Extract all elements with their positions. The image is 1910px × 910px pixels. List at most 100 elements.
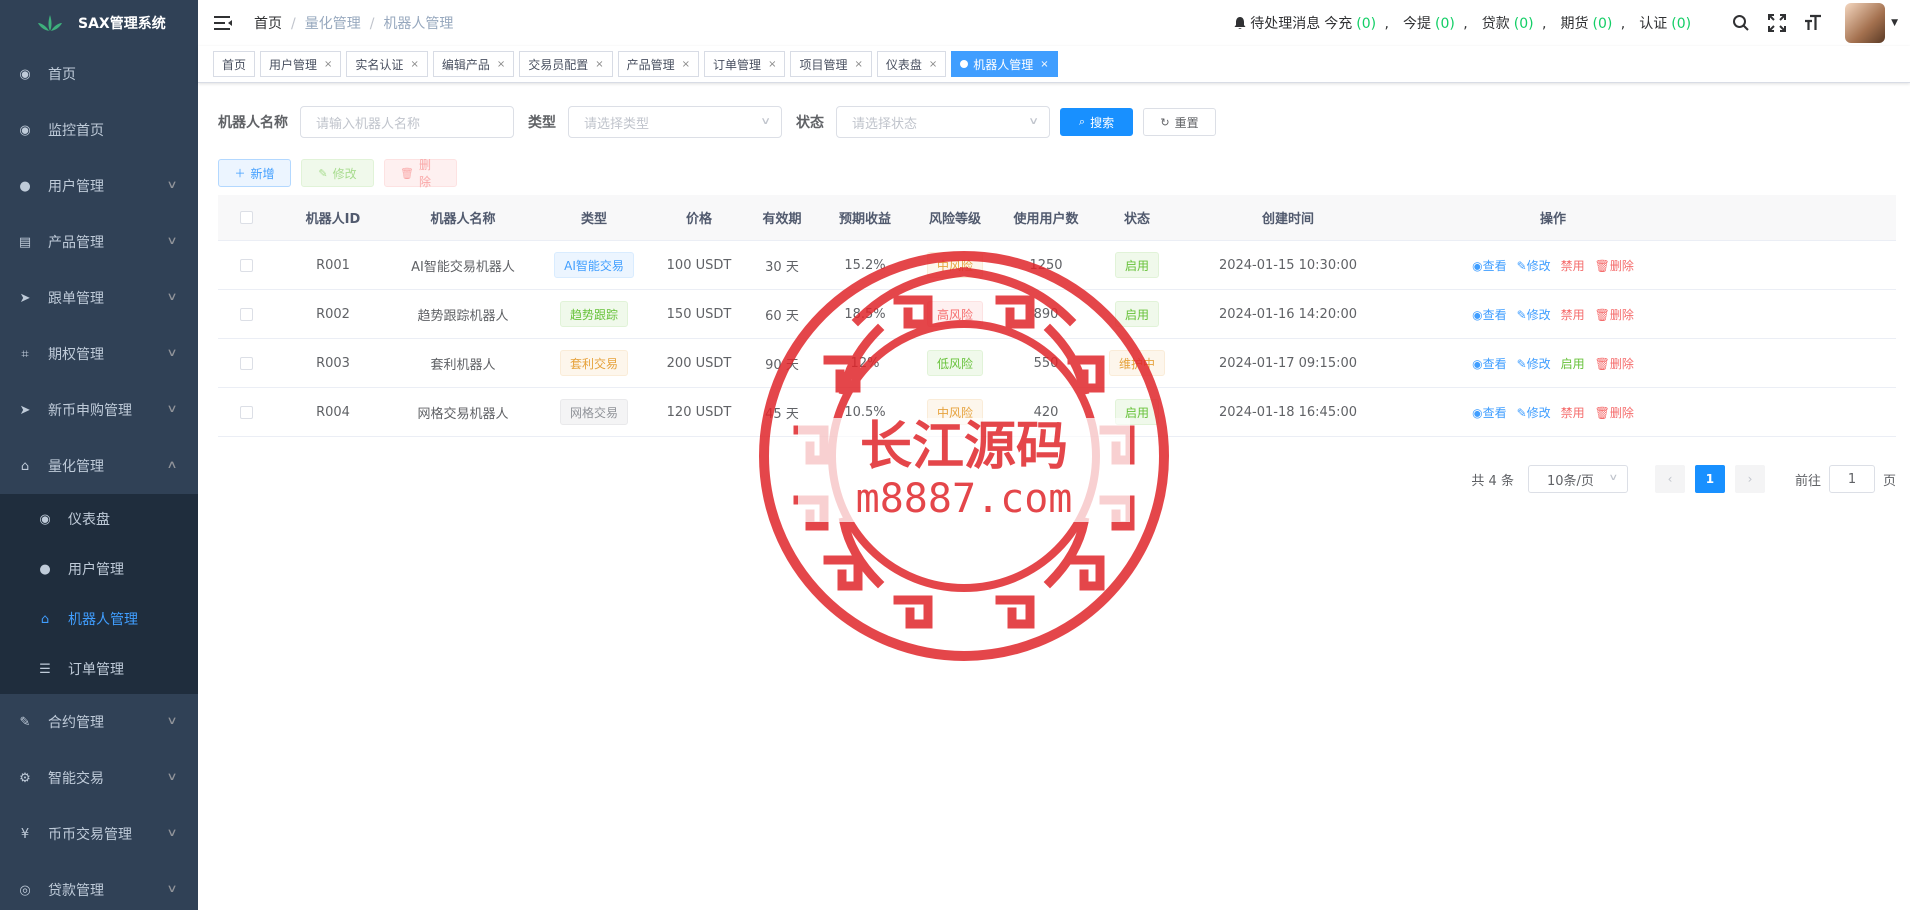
- sidebar-item-yen[interactable]: ¥ 币币交易管理 ∨: [0, 806, 198, 862]
- add-button[interactable]: ＋新增: [218, 159, 291, 187]
- status-select[interactable]: 请选择状态 ∨: [836, 106, 1050, 138]
- sidebar-item-dashboard[interactable]: ◉ 监控首页: [0, 102, 198, 158]
- notice-item[interactable]: 今提 (0) ,: [1403, 13, 1468, 33]
- tab-交易员配置[interactable]: 交易员配置 ×: [519, 51, 613, 77]
- chevron-down-icon: ∨: [166, 882, 178, 895]
- sidebar-item-dashboard[interactable]: ◉ 仪表盘: [0, 494, 198, 544]
- tab-编辑产品[interactable]: 编辑产品 ×: [432, 51, 515, 77]
- sidebar-item-robot[interactable]: ⌂ 量化管理 ∧: [0, 438, 198, 494]
- tab-订单管理[interactable]: 订单管理 ×: [704, 51, 786, 77]
- sidebar-item-chart[interactable]: ⌗ 期权管理 ∨: [0, 326, 198, 382]
- robot-id: R002: [316, 306, 350, 322]
- page-number[interactable]: 1: [1694, 465, 1725, 493]
- close-icon[interactable]: ×: [768, 59, 776, 70]
- chevron-down-icon: ∨: [166, 826, 178, 839]
- goto-page-input[interactable]: 1: [1828, 465, 1875, 493]
- notice-item[interactable]: 期货 (0) ,: [1560, 13, 1625, 33]
- delete-row-button[interactable]: 🗑删除: [1595, 257, 1634, 274]
- sidebar-item-user[interactable]: ● 用户管理 ∨: [0, 158, 198, 214]
- breadcrumb-home[interactable]: 首页: [254, 16, 282, 32]
- page-size-select[interactable]: 10条/页 ∨: [1527, 465, 1628, 493]
- next-page-button[interactable]: ›: [1734, 465, 1765, 493]
- close-icon[interactable]: ×: [324, 59, 332, 70]
- sidebar-item-document[interactable]: ▤ 产品管理 ∨: [0, 214, 198, 270]
- sidebar-item-send[interactable]: ➤ 新币申购管理 ∨: [0, 382, 198, 438]
- sidebar-item-list[interactable]: ☰ 订单管理: [0, 644, 198, 694]
- user-avatar[interactable]: [1845, 3, 1886, 43]
- close-icon[interactable]: ×: [497, 59, 505, 70]
- toggle-status-button[interactable]: 禁用: [1561, 257, 1585, 274]
- risk-tag: 低风险: [926, 350, 983, 376]
- close-icon[interactable]: ×: [595, 59, 603, 70]
- toggle-status-button[interactable]: 禁用: [1561, 306, 1585, 323]
- sidebar-item-user[interactable]: ● 用户管理: [0, 544, 198, 594]
- view-button[interactable]: ◉查看: [1472, 355, 1507, 372]
- robot-icon: ⌂: [40, 611, 50, 627]
- view-button[interactable]: ◉查看: [1472, 257, 1507, 274]
- status-tag: 启用: [1114, 399, 1159, 425]
- type-cell: 套利交易: [534, 350, 654, 376]
- tab-实名认证[interactable]: 实名认证 ×: [346, 51, 428, 77]
- view-button[interactable]: ◉查看: [1472, 306, 1507, 323]
- sidebar-item-robot[interactable]: ⌂ 机器人管理: [0, 594, 198, 644]
- toggle-status-button[interactable]: 禁用: [1561, 404, 1585, 421]
- tab-机器人管理[interactable]: 机器人管理 ×: [951, 51, 1058, 77]
- document-icon: ▤: [18, 234, 32, 250]
- robot-name: 趋势跟踪机器人: [417, 308, 509, 324]
- type-select[interactable]: 请选择类型 ∨: [568, 106, 782, 138]
- hamburger-icon[interactable]: [214, 15, 232, 31]
- tab-首页[interactable]: 首页: [213, 51, 256, 77]
- checkbox[interactable]: [239, 356, 253, 370]
- sidebar-item-dashboard[interactable]: ◉ 首页: [0, 46, 198, 102]
- type-cell: 网格交易: [534, 399, 654, 425]
- status-tag: 启用: [1114, 301, 1159, 327]
- view-icon: ◉: [1472, 258, 1483, 273]
- tab-用户管理[interactable]: 用户管理 ×: [260, 51, 342, 77]
- sidebar-item-send[interactable]: ➤ 跟单管理 ∨: [0, 270, 198, 326]
- font-size-icon[interactable]: [1803, 13, 1823, 33]
- tab-仪表盘[interactable]: 仪表盘 ×: [876, 51, 947, 77]
- edit-row-button[interactable]: ✎修改: [1517, 355, 1551, 372]
- close-icon[interactable]: ×: [1040, 59, 1048, 70]
- delete-row-button[interactable]: 🗑删除: [1595, 404, 1634, 421]
- close-icon[interactable]: ×: [682, 59, 690, 70]
- checkbox[interactable]: [239, 258, 253, 272]
- app-logo[interactable]: SAX管理系统: [0, 0, 198, 46]
- type-tag: AI智能交易: [554, 252, 634, 278]
- sidebar-item-label: 用户管理: [48, 179, 104, 195]
- search-button[interactable]: ⌕ 搜索: [1060, 108, 1133, 136]
- fullscreen-icon[interactable]: [1767, 13, 1787, 33]
- view-button[interactable]: ◉查看: [1472, 404, 1507, 421]
- edit-row-button[interactable]: ✎修改: [1517, 306, 1551, 323]
- checkbox[interactable]: [239, 211, 253, 224]
- toggle-status-button[interactable]: 启用: [1561, 355, 1585, 372]
- yen-icon: ¥: [20, 826, 30, 842]
- close-icon[interactable]: ×: [929, 59, 937, 70]
- risk-cell: 中风险: [910, 399, 1000, 425]
- tab-产品管理[interactable]: 产品管理 ×: [617, 51, 700, 77]
- prev-page-button[interactable]: ‹: [1654, 465, 1685, 493]
- edit-button[interactable]: ✎ 修改: [301, 159, 374, 187]
- notice-item[interactable]: 认证 (0): [1639, 13, 1695, 33]
- checkbox[interactable]: [239, 307, 253, 321]
- risk-cell: 高风险: [910, 301, 1000, 327]
- edit-row-button[interactable]: ✎修改: [1517, 404, 1551, 421]
- close-icon[interactable]: ×: [854, 59, 862, 70]
- delete-row-button[interactable]: 🗑删除: [1595, 306, 1634, 323]
- notice-item[interactable]: 贷款 (0) ,: [1482, 13, 1547, 33]
- sidebar-item-money[interactable]: ◎ 贷款管理 ∨: [0, 862, 198, 910]
- edit-row-button[interactable]: ✎修改: [1517, 257, 1551, 274]
- caret-down-icon[interactable]: ▼: [1891, 18, 1898, 28]
- tab-项目管理[interactable]: 项目管理 ×: [790, 51, 872, 77]
- delete-button[interactable]: 🗑 删除: [384, 158, 457, 189]
- reset-button[interactable]: ↻ 重置: [1143, 108, 1216, 136]
- robot-name-input[interactable]: 请输入机器人名称: [300, 106, 514, 138]
- notice-item[interactable]: 今充 (0) ,: [1324, 13, 1389, 33]
- sidebar-item-edit[interactable]: ✎ 合约管理 ∨: [0, 694, 198, 750]
- checkbox[interactable]: [239, 405, 253, 419]
- created-time: 2024-01-15 10:30:00: [1218, 257, 1358, 273]
- search-icon[interactable]: [1731, 13, 1751, 33]
- sidebar-item-gear[interactable]: ⚙ 智能交易 ∨: [0, 750, 198, 806]
- delete-row-button[interactable]: 🗑删除: [1595, 355, 1634, 372]
- close-icon[interactable]: ×: [410, 59, 418, 70]
